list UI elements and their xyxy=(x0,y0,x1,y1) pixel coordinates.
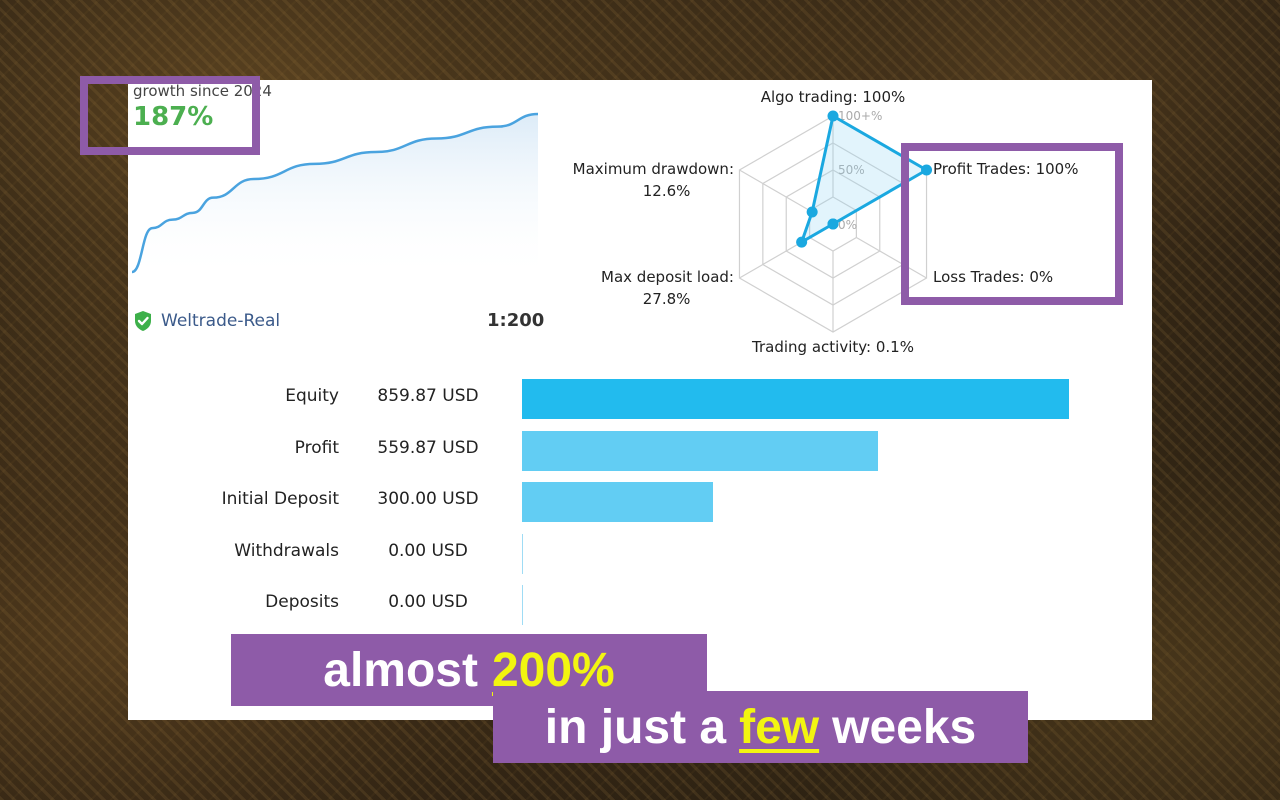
growth-highlight-frame xyxy=(80,76,260,155)
bar-row: Equity 859.87 USD xyxy=(128,372,1152,424)
radar-point xyxy=(796,236,808,248)
bar-label: Deposits xyxy=(265,592,339,612)
radar-axis-label: Max deposit load: xyxy=(601,268,734,286)
bar-value: 300.00 USD xyxy=(377,489,479,509)
radar-axis-value: 12.6% xyxy=(643,182,691,200)
radar-axis-label: Trading activity: 0.1% xyxy=(751,338,914,356)
bar-label: Profit xyxy=(294,437,339,458)
bar-value: 559.87 USD xyxy=(377,437,479,458)
bar xyxy=(522,533,523,574)
banner-line1-highlight: 200% xyxy=(491,643,615,697)
radar-point xyxy=(806,206,818,218)
bar-row: Initial Deposit 300.00 USD xyxy=(128,475,1152,527)
bar-value: 0.00 USD xyxy=(388,592,468,612)
bar-value: 0.00 USD xyxy=(388,540,468,561)
radar-point xyxy=(827,218,839,230)
banner-line2-suffix: weeks xyxy=(832,700,977,754)
promo-banner-line2: in just a few weeks xyxy=(493,691,1028,763)
bar xyxy=(522,482,713,522)
bar-label: Withdrawals xyxy=(234,540,339,561)
balance-bar-chart: Equity 859.87 USD Profit 559.87 USD Initial … xyxy=(128,372,1152,630)
bar-label: Equity xyxy=(285,386,339,406)
bar xyxy=(522,430,879,471)
bar-value: 859.87 USD xyxy=(377,386,479,406)
banner-line1-prefix: almost xyxy=(323,643,478,697)
bar-row: Withdrawals 0.00 USD xyxy=(128,527,1152,579)
bar xyxy=(522,379,1069,419)
radar-ring-label: 100+% xyxy=(838,109,882,123)
bar xyxy=(522,585,523,625)
banner-line2-prefix: in just a xyxy=(544,700,727,754)
broker-server[interactable]: Weltrade-Real xyxy=(133,310,280,332)
bar-label: Initial Deposit xyxy=(221,489,339,509)
broker-name: Weltrade-Real xyxy=(161,311,281,331)
banner-line2-highlight: few xyxy=(739,700,820,754)
radar-axis-label: Maximum drawdown: xyxy=(573,160,734,178)
bar-row: Profit 559.87 USD xyxy=(128,424,1152,476)
trades-highlight-frame xyxy=(901,143,1123,305)
leverage-value: 1:200 xyxy=(487,310,545,331)
radar-point xyxy=(827,110,839,122)
bar-row: Deposits 0.00 USD xyxy=(128,578,1152,630)
radar-axis-value: 27.8% xyxy=(643,290,691,308)
radar-axis-label: Algo trading: 100% xyxy=(761,88,906,106)
shield-check-icon xyxy=(135,311,151,331)
